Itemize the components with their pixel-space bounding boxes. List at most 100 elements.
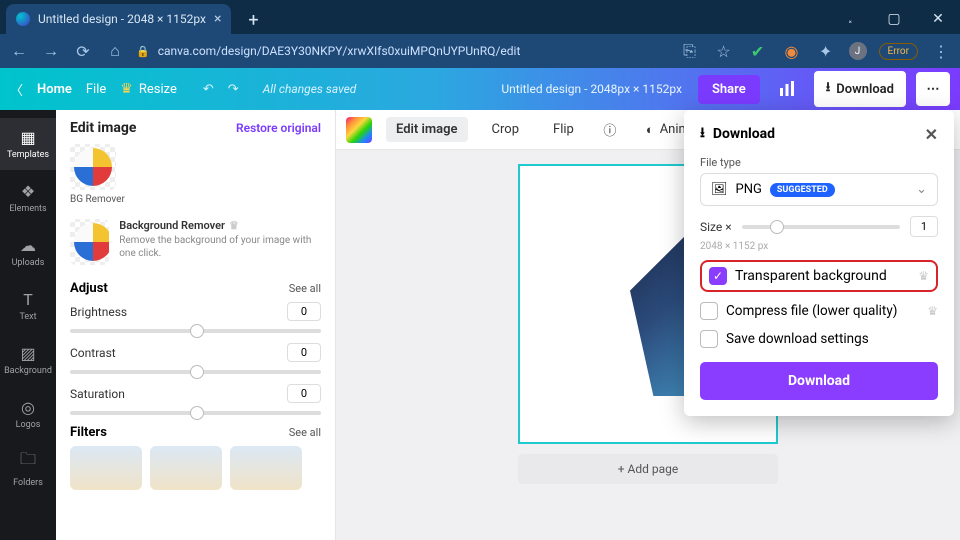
beachball-icon (74, 223, 109, 261)
undo-icon[interactable]: ↶ (203, 82, 214, 97)
nav-text[interactable]: TText (0, 280, 56, 332)
tab-close-icon[interactable]: × (214, 11, 221, 27)
window-maximize-icon[interactable]: ▢ (872, 4, 916, 34)
restore-original-link[interactable]: Restore original (236, 121, 321, 135)
canvas-area: Edit image Crop Flip ⓘ ◐Animate + Add pa… (336, 110, 960, 540)
bg-remover-thumb[interactable]: BG Remover (70, 144, 321, 205)
lock-icon: 🔒 (136, 45, 150, 58)
filter-thumb[interactable] (150, 446, 222, 490)
filters-header: Filters (70, 425, 107, 440)
crown-icon: ♛ (120, 81, 133, 97)
crown-icon: ♛ (927, 304, 938, 318)
folders-icon: 🗀 (20, 448, 36, 475)
nav-reload-icon[interactable]: ⟳ (72, 40, 94, 62)
suggested-badge: SUGGESTED (770, 183, 835, 197)
file-type-select[interactable]: 🖼 PNG SUGGESTED ⌄ (700, 173, 938, 206)
save-settings-row[interactable]: Save download settings (700, 330, 938, 348)
slider-knob[interactable] (770, 220, 784, 234)
share-page-icon[interactable]: ⎘ (679, 40, 701, 62)
edit-image-panel: Edit image Restore original BG Remover B… (56, 110, 336, 540)
window-minimize-icon[interactable]: 𝅃 (828, 4, 872, 34)
nav-folders[interactable]: 🗀Folders (0, 442, 56, 494)
elements-icon: ❖ (21, 182, 35, 201)
app-toolbar: 〈 Home File ♛Resize ↶ ↷ All changes save… (0, 68, 960, 110)
new-tab-button[interactable]: + (239, 6, 267, 34)
share-button[interactable]: Share (698, 75, 760, 104)
brightness-value[interactable]: 0 (287, 302, 321, 321)
dimensions-text: 2048 × 1152 px (700, 241, 938, 252)
filters-see-all[interactable]: See all (289, 426, 321, 439)
filter-thumb[interactable] (70, 446, 142, 490)
templates-icon: ▦ (20, 128, 35, 147)
download-icon: ⭳ (700, 122, 705, 146)
panel-title: Edit image (70, 120, 136, 136)
color-picker[interactable] (346, 117, 372, 143)
nav-background[interactable]: ▨Background (0, 334, 56, 386)
insights-icon[interactable] (770, 72, 804, 106)
size-value[interactable]: 1 (910, 216, 938, 237)
extension-shield-icon[interactable]: ✔ (747, 40, 769, 62)
browser-tab[interactable]: Untitled design - 2048 × 1152px × (6, 4, 231, 34)
file-type-label: File type (700, 156, 938, 169)
panel-scroll[interactable]: BG Remover Background Remover ♛ Remove t… (56, 144, 335, 540)
nav-home-icon[interactable]: ⌂ (104, 40, 126, 62)
save-settings-checkbox[interactable] (700, 330, 718, 348)
transparent-background-row[interactable]: ✓ Transparent background ♛ (700, 260, 938, 292)
adjust-see-all[interactable]: See all (289, 282, 321, 295)
bookmark-icon[interactable]: ☆ (713, 40, 735, 62)
nav-back-icon[interactable]: ← (8, 40, 30, 62)
nav-logos[interactable]: ◎Logos (0, 388, 56, 440)
slider-knob[interactable] (190, 406, 204, 420)
slider-knob[interactable] (190, 365, 204, 379)
uploads-icon: ☁ (20, 236, 36, 255)
filter-thumb[interactable] (230, 446, 302, 490)
logos-icon: ◎ (21, 398, 35, 417)
close-icon[interactable]: ✕ (925, 125, 938, 144)
background-icon: ▨ (20, 344, 35, 363)
compress-file-row[interactable]: Compress file (lower quality) ♛ (700, 302, 938, 320)
profile-avatar[interactable]: J (849, 42, 867, 60)
adjust-header: Adjust (70, 281, 108, 296)
nav-uploads[interactable]: ☁Uploads (0, 226, 56, 278)
contrast-slider[interactable]: Contrast0 (70, 343, 321, 374)
download-title: Download (713, 126, 775, 142)
add-page-button[interactable]: + Add page (518, 454, 778, 484)
file-menu[interactable]: File (86, 82, 106, 97)
redo-icon[interactable]: ↷ (228, 82, 239, 97)
background-remover-app[interactable]: Background Remover ♛ Remove the backgrou… (70, 213, 321, 271)
slider-knob[interactable] (190, 324, 204, 338)
url-field[interactable]: 🔒 canva.com/design/DAE3Y30NKPY/xrwXIfs0x… (136, 44, 669, 58)
edit-image-tab[interactable]: Edit image (386, 117, 468, 142)
more-menu-button[interactable]: ⋯ (916, 72, 950, 106)
extension-orange-icon[interactable]: ◉ (781, 40, 803, 62)
transparent-bg-checkbox[interactable]: ✓ (709, 267, 727, 285)
size-slider[interactable] (742, 225, 900, 229)
contrast-value[interactable]: 0 (287, 343, 321, 362)
nav-templates[interactable]: ▦Templates (0, 118, 56, 170)
nav-forward-icon[interactable]: → (40, 40, 62, 62)
brightness-slider[interactable]: Brightness0 (70, 302, 321, 333)
browser-url-bar: ← → ⟳ ⌂ 🔒 canva.com/design/DAE3Y30NKPY/x… (0, 34, 960, 68)
resize-button[interactable]: ♛Resize (120, 81, 177, 97)
home-button[interactable]: Home (37, 82, 72, 97)
nav-elements[interactable]: ❖Elements (0, 172, 56, 224)
save-status: All changes saved (263, 82, 357, 96)
browser-menu-icon[interactable]: ⋮ (930, 40, 952, 62)
error-badge[interactable]: Error (879, 43, 918, 60)
compress-checkbox[interactable] (700, 302, 718, 320)
saturation-slider[interactable]: Saturation0 (70, 384, 321, 415)
flip-tab[interactable]: Flip (543, 117, 584, 142)
download-button[interactable]: ⭳ Download (814, 71, 906, 107)
download-confirm-button[interactable]: Download (700, 362, 938, 400)
animate-icon: ◐ (646, 122, 654, 138)
window-close-icon[interactable]: ✕ (916, 4, 960, 34)
back-chevron-icon[interactable]: 〈 (10, 80, 23, 99)
extensions-icon[interactable]: ✦ (815, 40, 837, 62)
saturation-value[interactable]: 0 (287, 384, 321, 403)
document-title[interactable]: Untitled design - 2048px × 1152px (501, 82, 682, 96)
browser-titlebar: Untitled design - 2048 × 1152px × + 𝅃 ▢ … (0, 0, 960, 34)
info-icon[interactable]: ⓘ (598, 120, 622, 139)
crop-tab[interactable]: Crop (482, 117, 529, 142)
left-nav: ▦Templates ❖Elements ☁Uploads TText ▨Bac… (0, 110, 56, 540)
crown-icon: ♛ (229, 219, 239, 232)
